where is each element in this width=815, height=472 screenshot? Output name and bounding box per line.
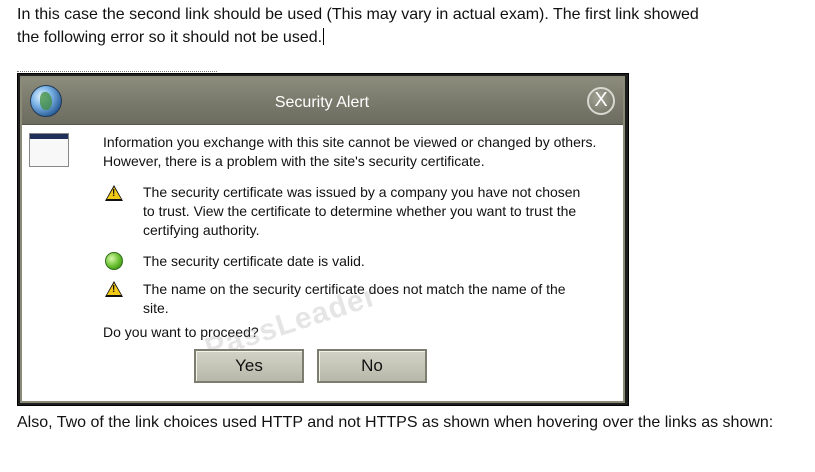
intro-line-1: In this case the second link should be u… [17, 6, 699, 23]
dialog-content: Information you exchange with this site … [22, 126, 623, 401]
warning-icon [105, 281, 123, 297]
no-button[interactable]: No [317, 349, 427, 383]
text-caret [323, 28, 325, 45]
warning-icon [105, 185, 123, 201]
intro-line-2: the following error so it should not be … [17, 29, 323, 46]
outro-paragraph: Also, Two of the link choices used HTTP … [17, 414, 774, 431]
alert-item-date-valid: The security certificate date is valid. [143, 253, 365, 269]
document-icon [29, 133, 69, 167]
alert-item-untrusted-issuer: The security certificate was issued by a… [143, 184, 581, 238]
check-green-icon [105, 252, 123, 270]
close-button[interactable]: X [587, 87, 615, 115]
dialog-message: Information you exchange with this site … [103, 134, 597, 169]
yes-button[interactable]: Yes [194, 349, 304, 383]
dialog-titlebar: Security Alert X [22, 78, 623, 125]
security-alert-dialog: Security Alert X Information you exchang… [20, 76, 625, 403]
intro-paragraph: In this case the second link should be u… [17, 3, 807, 49]
dialog-title: Security Alert [274, 94, 370, 111]
